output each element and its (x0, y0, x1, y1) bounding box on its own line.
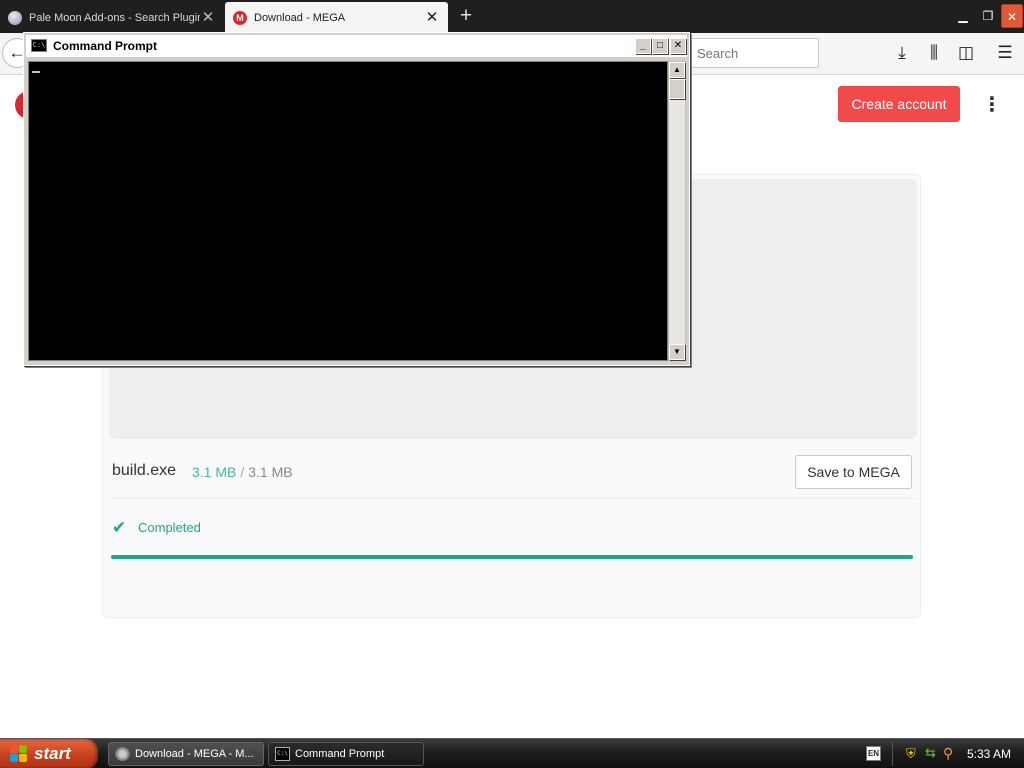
downloaded-size: 3.1 MB (192, 464, 237, 480)
cmd-window-icon: C:\ (275, 747, 290, 761)
tray-separator (892, 742, 893, 766)
checkmark-icon: ✔ (112, 518, 127, 537)
tab-close-icon[interactable]: ✕ (200, 9, 216, 26)
language-indicator[interactable]: EN (866, 746, 881, 761)
download-status: Completed (138, 520, 201, 535)
browser-tab-strip: Pale Moon Add-ons - Search Plugin ✕ M Do… (0, 0, 1024, 33)
scroll-down-arrow-icon[interactable]: ▼ (669, 344, 685, 360)
tab-title: Pale Moon Add-ons - Search Plugin (29, 11, 200, 24)
download-progress-fill (111, 555, 913, 559)
total-size: 3.1 MB (248, 464, 293, 480)
cmd-maximize-icon[interactable]: □ (652, 38, 668, 54)
create-account-button[interactable]: Create account (838, 86, 960, 122)
search-input[interactable] (688, 38, 819, 68)
cmd-console-area[interactable] (28, 61, 668, 361)
cmd-vertical-scrollbar[interactable]: ▲ ▼ (668, 61, 686, 361)
tab-download-mega[interactable]: M Download - MEGA ✕ (225, 2, 448, 33)
system-tray: EN ⛨ ⇆ ⚲ 5:33 AM (862, 740, 1024, 768)
file-name: build.exe (112, 462, 177, 479)
windows-logo-icon (10, 745, 28, 763)
taskbar-item-label: Download - MEGA - M... (135, 748, 254, 760)
sidebar-icon[interactable]: ◫ (955, 42, 977, 64)
security-shield-icon[interactable]: ⛨ (906, 746, 916, 762)
save-to-mega-button[interactable]: Save to MEGA (795, 455, 912, 489)
hamburger-menu-icon[interactable]: ☰ (994, 42, 1016, 64)
command-prompt-window[interactable]: C:\ Command Prompt _ □ ✕ ▲ ▼ (23, 32, 690, 366)
file-size-info: 3.1 MB/3.1 MB (192, 464, 293, 480)
divider (109, 498, 917, 499)
download-icon[interactable]: ⤓ (891, 42, 913, 64)
tab-pale-moon-addons[interactable]: Pale Moon Add-ons - Search Plugin ✕ (0, 2, 224, 33)
start-label: start (34, 744, 71, 763)
cmd-minimize-icon[interactable]: _ (635, 38, 651, 54)
mega-icon: M (233, 10, 247, 25)
pale-moon-icon (115, 747, 130, 761)
clock: 5:33 AM (967, 747, 1012, 761)
taskbar-item-command-prompt[interactable]: C:\ Command Prompt (268, 742, 424, 766)
taskbar-item-browser[interactable]: Download - MEGA - M... (108, 742, 264, 766)
new-tab-button[interactable]: + (455, 4, 477, 28)
download-progress-bar (111, 555, 913, 559)
text-cursor (32, 71, 40, 73)
scroll-thumb[interactable] (669, 79, 685, 99)
library-icon[interactable]: ⫼ (923, 42, 945, 64)
cmd-close-icon[interactable]: ✕ (670, 38, 686, 54)
start-button[interactable]: start (0, 739, 98, 768)
window-restore-icon[interactable]: ❐ (977, 4, 999, 28)
tab-close-icon[interactable]: ✕ (424, 9, 440, 26)
window-minimize-icon[interactable]: ▁ (952, 4, 974, 28)
pale-moon-icon (8, 10, 22, 25)
scroll-up-arrow-icon[interactable]: ▲ (669, 62, 685, 78)
size-separator: / (240, 464, 245, 480)
taskbar: start Download - MEGA - M... C:\ Command… (0, 738, 1024, 768)
more-options-icon[interactable]: ⋮ (982, 92, 1002, 120)
network-icon[interactable]: ⇆ (925, 745, 936, 761)
cmd-title-bar[interactable]: C:\ Command Prompt _ □ ✕ (26, 35, 687, 57)
tab-title: Download - MEGA (254, 11, 346, 24)
window-close-icon[interactable]: ✕ (1001, 4, 1023, 28)
taskbar-item-label: Command Prompt (295, 748, 385, 760)
search-tray-icon[interactable]: ⚲ (943, 745, 953, 761)
cmd-window-icon[interactable]: C:\ (31, 39, 47, 52)
cmd-window-title: Command Prompt (53, 39, 158, 53)
